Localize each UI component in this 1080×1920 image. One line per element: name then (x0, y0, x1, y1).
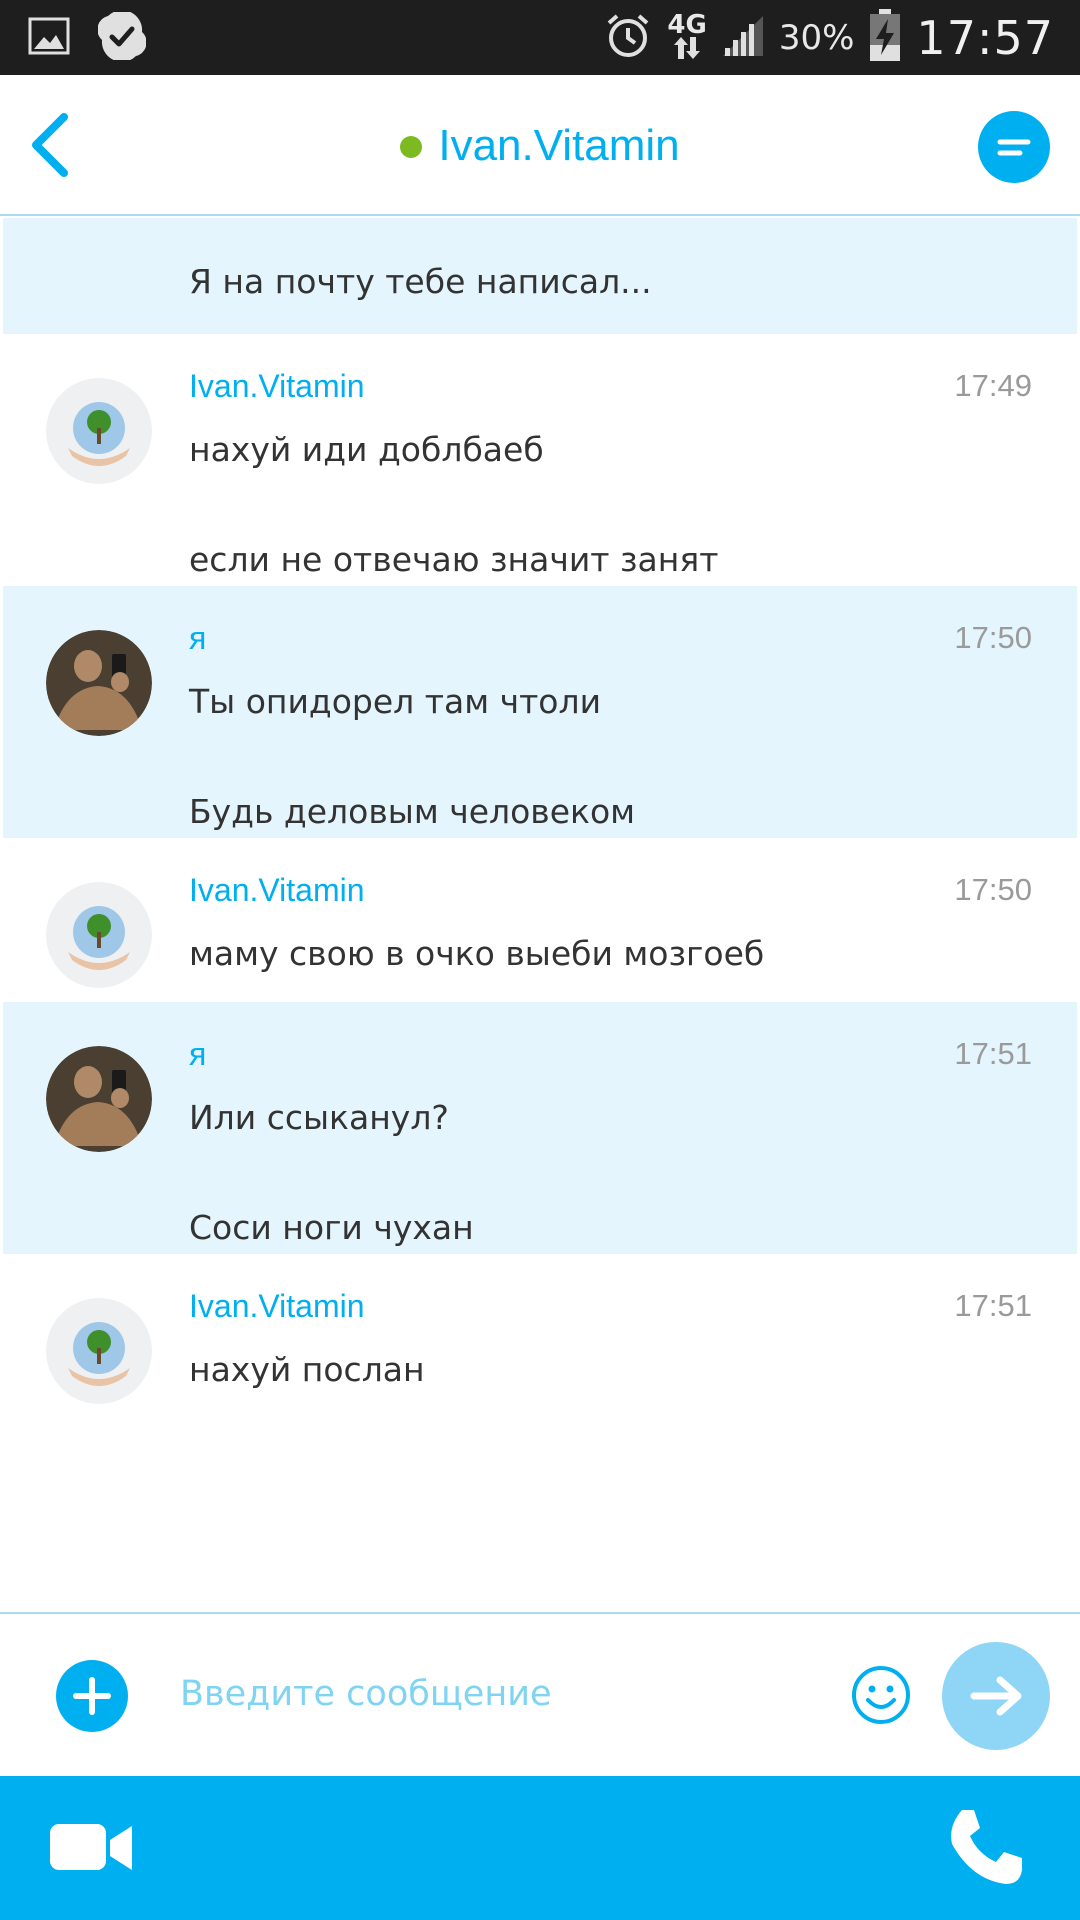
message-text: если не отвечаю значит занят (189, 540, 719, 579)
alarm-icon (603, 11, 653, 65)
arrow-right-icon (970, 1676, 1022, 1716)
gallery-icon (28, 15, 70, 61)
message-text: Соси ноги чухан (189, 1208, 474, 1247)
status-bar: 4G 30% 17:57 (0, 0, 1080, 75)
composer-bar (0, 1612, 1080, 1776)
message[interactable]: я 17:51 Или ссыканул? Соси ноги чухан (3, 1002, 1077, 1254)
message-sender: я (189, 620, 207, 656)
network-type: 4G (667, 9, 707, 40)
emoji-button[interactable] (850, 1664, 912, 1726)
message-text: маму свою в очко выеби мозгоеб (189, 934, 765, 973)
message-time: 17:50 (954, 620, 1032, 655)
voice-call-button[interactable] (942, 1804, 1028, 1890)
call-bar (0, 1776, 1080, 1920)
message-time: 17:49 (954, 368, 1032, 403)
message-text: Я на почту тебе написал... (189, 262, 652, 301)
message-text: Будь деловым человеком (189, 792, 636, 831)
message[interactable]: Ivan.Vitamin 17:49 нахуй иди доблбаеб ес… (3, 334, 1077, 586)
skype-check-icon (97, 10, 147, 64)
signal-icon (721, 14, 765, 62)
battery-percent: 30% (778, 17, 855, 58)
add-attachment-button[interactable] (56, 1660, 128, 1732)
message-sender: Ivan.Vitamin (189, 1288, 365, 1324)
message-time: 17:50 (954, 872, 1032, 907)
message-input[interactable] (180, 1654, 820, 1734)
network-arrows-icon: 4G (667, 9, 707, 63)
message-text: Ты опидорел там чтоли (189, 682, 602, 721)
message-time: 17:51 (954, 1036, 1032, 1071)
message-sender: Ivan.Vitamin (189, 872, 365, 908)
message-sender: я (189, 1036, 207, 1072)
message[interactable]: Ivan.Vitamin 17:51 нахуй послан (3, 1254, 1077, 1418)
message-list[interactable]: Я на почту тебе написал... Ivan.Vitamin … (0, 218, 1080, 1612)
send-button[interactable] (942, 1642, 1050, 1750)
contact-name[interactable]: Ivan.Vitamin (438, 121, 679, 171)
message-text: Или ссыканул? (189, 1098, 449, 1137)
smiley-icon (852, 1666, 910, 1724)
tree-in-hands-avatar-icon (46, 378, 152, 484)
message[interactable]: Я на почту тебе написал... (3, 218, 1077, 334)
phone-icon (951, 1810, 1022, 1884)
user-photo-avatar-icon (46, 630, 152, 736)
message[interactable]: я 17:50 Ты опидорел там чтоли Будь делов… (3, 586, 1077, 838)
video-call-button[interactable] (48, 1816, 134, 1880)
chat-menu-button[interactable] (978, 111, 1050, 183)
avatar[interactable] (46, 378, 152, 484)
video-camera-icon (50, 1824, 132, 1870)
online-status-dot (400, 135, 423, 158)
message-text: нахуй иди доблбаеб (189, 430, 544, 469)
message-sender: Ivan.Vitamin (189, 368, 365, 404)
chat-header: Ivan.Vitamin (0, 75, 1080, 216)
message-text: нахуй послан (189, 1350, 425, 1389)
clock: 17:57 (916, 10, 1054, 65)
tree-in-hands-avatar-icon (46, 1298, 152, 1404)
menu-icon (997, 139, 1031, 156)
avatar[interactable] (46, 1298, 152, 1404)
message-time: 17:51 (954, 1288, 1032, 1323)
avatar[interactable] (46, 882, 152, 988)
avatar[interactable] (46, 630, 152, 736)
user-photo-avatar-icon (46, 1046, 152, 1152)
plus-icon (73, 1677, 111, 1715)
avatar[interactable] (46, 1046, 152, 1152)
tree-in-hands-avatar-icon (46, 882, 152, 988)
battery-charging-icon (868, 8, 902, 67)
message[interactable]: Ivan.Vitamin 17:50 маму свою в очко выеб… (3, 838, 1077, 1002)
